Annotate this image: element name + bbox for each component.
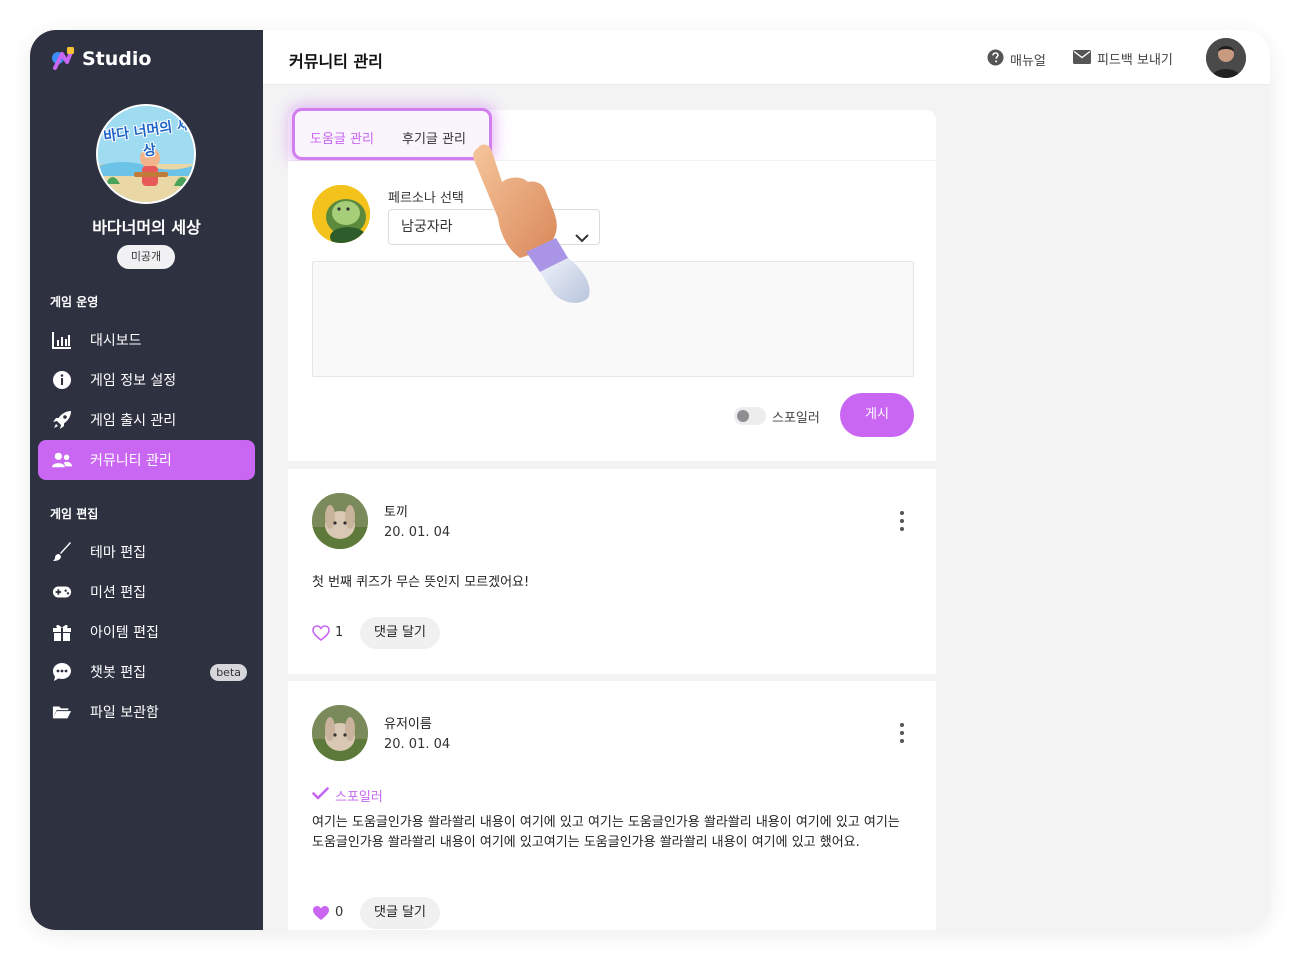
sidebar-item-theme[interactable]: 테마 편집 (38, 532, 255, 572)
post-body: 여기는 도움글인가용 쏼라쏼리 내용이 여기에 있고 여기는 도움글인가용 쏼라… (312, 815, 900, 850)
post-author: 유저이름 (384, 717, 432, 732)
studio-logo-icon (50, 46, 76, 72)
users-icon (52, 450, 72, 470)
post-author: 토끼 (384, 505, 408, 520)
gamepad-icon (52, 582, 72, 602)
game-avatar[interactable]: 바다 너머의 세상 (96, 104, 196, 204)
top-header: 커뮤니티 관리 매뉴얼 피드백 보내기 (263, 30, 1270, 85)
feedback-link[interactable]: 피드백 보내기 (1073, 49, 1173, 68)
brand-name: Studio (82, 48, 152, 70)
info-icon (52, 370, 72, 390)
more-vertical-icon (900, 723, 904, 727)
spoiler-label: 스포일러 (772, 411, 820, 426)
tab-review-posts[interactable]: 후기글 관리 (402, 128, 466, 147)
page-title: 커뮤니티 관리 (289, 52, 383, 71)
sidebar-item-game-info[interactable]: 게임 정보 설정 (38, 360, 255, 400)
bar-chart-icon (52, 330, 72, 350)
help-icon (987, 49, 1004, 70)
like-count: 1 (335, 625, 344, 640)
reply-button[interactable]: 댓글 달기 (360, 617, 440, 649)
sidebar-item-mission[interactable]: 미션 편집 (38, 572, 255, 612)
rocket-icon (52, 410, 72, 430)
brand[interactable]: Studio (50, 46, 151, 72)
post-date: 20. 01. 04 (384, 525, 451, 540)
check-icon (312, 787, 329, 804)
chat-icon (52, 662, 72, 682)
sidebar-item-release[interactable]: 게임 출시 관리 (38, 400, 255, 440)
manual-link[interactable]: 매뉴얼 (987, 49, 1046, 70)
sidebar-item-label: 아이템 편집 (90, 625, 159, 641)
sidebar-item-label: 테마 편집 (90, 545, 146, 561)
persona-label: 페르소나 선택 (388, 191, 464, 206)
sidebar-item-label: 게임 정보 설정 (90, 373, 177, 389)
folder-icon (52, 702, 72, 722)
sidebar: Studio 바다 너머의 세상 바다너머의 세상 미공개 게임 운영 대시보드 (30, 30, 263, 930)
user-avatar[interactable] (1206, 38, 1246, 78)
like-count: 0 (335, 905, 344, 920)
post-card: 토끼 20. 01. 04 첫 번째 퀴즈가 무슨 뜻인지 모르겠어요! 1 댓… (288, 469, 936, 674)
brush-icon (52, 542, 72, 562)
more-vertical-icon (900, 739, 904, 743)
more-vertical-icon (900, 511, 904, 515)
tabs-bar: 도움글 관리 후기글 관리 (288, 108, 936, 160)
persona-select[interactable]: 남궁자라 (388, 209, 600, 245)
reply-button[interactable]: 댓글 달기 (360, 897, 440, 929)
feedback-label: 피드백 보내기 (1097, 53, 1173, 68)
chevron-down-icon (575, 222, 589, 256)
sidebar-item-item[interactable]: 아이템 편집 (38, 612, 255, 652)
more-vertical-icon (900, 731, 904, 735)
post-body: 첫 번째 퀴즈가 무슨 뜻인지 모르겠어요! (312, 575, 530, 590)
spoiler-toggle-knob (737, 410, 749, 422)
gift-icon (52, 622, 72, 642)
post-author-avatar[interactable] (312, 705, 368, 761)
more-vertical-icon (900, 527, 904, 531)
post-author-avatar[interactable] (312, 493, 368, 549)
post-card: 유저이름 20. 01. 04 스포일러 여기는 도움글인가용 쏼라쏼리 내용이… (288, 681, 936, 930)
post-composer: 페르소나 선택 남궁자라 스포일러 게시 (288, 161, 936, 461)
sidebar-item-community[interactable]: 커뮤니티 관리 (38, 440, 255, 480)
sidebar-item-label: 게임 출시 관리 (90, 413, 177, 429)
post-submit-button[interactable]: 게시 (840, 393, 914, 437)
sidebar-item-label: 파일 보관함 (90, 705, 159, 721)
sidebar-item-files[interactable]: 파일 보관함 (38, 692, 255, 732)
sidebar-item-label: 대시보드 (90, 333, 142, 349)
post-textarea[interactable] (312, 261, 914, 377)
section-label-operation: 게임 운영 (50, 295, 99, 309)
sidebar-item-chatbot[interactable]: 챗봇 편집 beta (38, 652, 255, 692)
sidebar-item-label: 미션 편집 (90, 585, 146, 601)
sidebar-item-dashboard[interactable]: 대시보드 (38, 320, 255, 360)
visibility-badge: 미공개 (117, 245, 175, 269)
post-menu-button[interactable] (894, 509, 910, 533)
post-menu-button[interactable] (894, 721, 910, 745)
heart-filled-icon[interactable] (312, 905, 330, 921)
heart-outline-icon[interactable] (312, 625, 330, 642)
more-vertical-icon (900, 519, 904, 523)
mail-icon (1073, 49, 1091, 68)
sidebar-item-label: 챗봇 편집 (90, 665, 146, 681)
persona-select-value: 남궁자라 (401, 219, 453, 235)
spoiler-tag: 스포일러 (312, 786, 383, 805)
sidebar-item-label: 커뮤니티 관리 (90, 453, 172, 469)
spoiler-toggle[interactable] (734, 407, 766, 425)
beta-badge: beta (210, 664, 247, 681)
manual-label: 매뉴얼 (1010, 54, 1046, 69)
spoiler-tag-label: 스포일러 (335, 790, 383, 805)
section-label-edit: 게임 편집 (50, 507, 99, 521)
persona-avatar[interactable] (312, 185, 370, 243)
app-window: Studio 바다 너머의 세상 바다너머의 세상 미공개 게임 운영 대시보드 (30, 30, 1270, 930)
post-date: 20. 01. 04 (384, 737, 451, 752)
game-title: 바다너머의 세상 (92, 218, 201, 237)
tab-help-posts[interactable]: 도움글 관리 (310, 128, 374, 147)
